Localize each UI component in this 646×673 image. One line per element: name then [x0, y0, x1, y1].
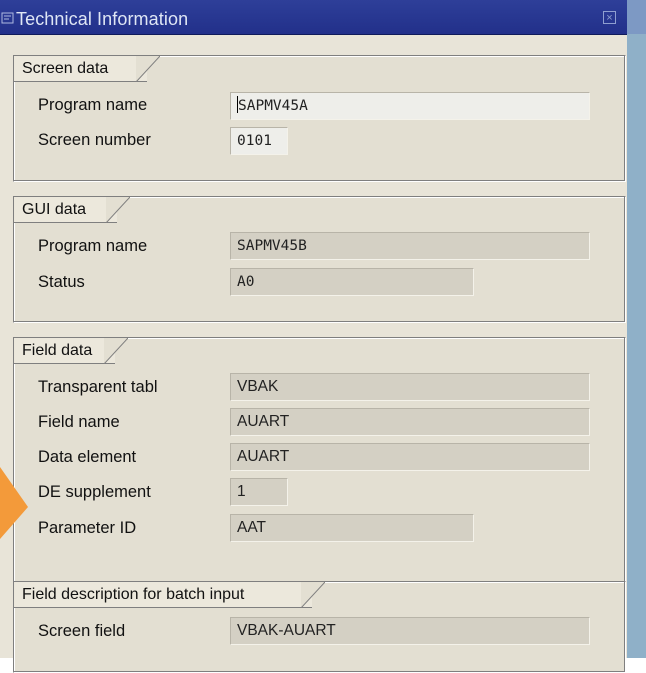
data-element-field[interactable]: AUART	[230, 443, 590, 471]
technical-information-window: Technical Information × Screen data Prog…	[0, 0, 646, 673]
field-name-label: Field name	[38, 413, 120, 431]
gui-program-name-value: SAPMV45B	[237, 238, 307, 254]
close-icon[interactable]: ×	[603, 11, 616, 24]
screen-number-label: Screen number	[38, 131, 151, 149]
field-name-value: AUART	[237, 413, 290, 430]
group-title-screen-data: Screen data	[14, 56, 160, 82]
tab-slant	[136, 56, 160, 82]
group-title-text: Field data	[22, 342, 93, 359]
transparent-table-label: Transparent tabl	[38, 378, 158, 396]
de-supplement-label: DE supplement	[38, 483, 151, 501]
transparent-table-field[interactable]: VBAK	[230, 373, 590, 401]
orange-arrow-icon	[0, 467, 28, 539]
data-element-label: Data element	[38, 448, 137, 466]
status-value: A0	[237, 274, 255, 290]
window-edge	[627, 34, 646, 658]
tab-slant	[104, 338, 128, 364]
parameter-id-field[interactable]: AAT	[230, 514, 474, 542]
group-title-batch-input: Field description for batch input	[14, 582, 325, 608]
group-title-text: GUI data	[22, 201, 87, 218]
data-element-value: AUART	[237, 448, 290, 465]
parameter-id-value: AAT	[237, 519, 266, 536]
field-name-field[interactable]: AUART	[230, 408, 590, 436]
screen-field-label: Screen field	[38, 622, 126, 640]
program-name-field[interactable]: SAPMV45A	[230, 92, 590, 120]
group-title-field-data: Field data	[14, 338, 128, 364]
parameter-id-label: Parameter ID	[38, 519, 137, 537]
group-title-gui-data: GUI data	[14, 197, 130, 223]
screen-number-value: 0101	[237, 133, 272, 149]
title-bar-edge	[627, 0, 646, 34]
program-name-value: SAPMV45A	[238, 98, 308, 114]
dialog-content: Screen data Program name SAPMV45A Screen…	[0, 35, 627, 673]
status-label: Status	[38, 273, 85, 291]
screen-number-field[interactable]: 0101	[230, 127, 288, 155]
status-field[interactable]: A0	[230, 268, 474, 296]
window-title: Technical Information	[16, 9, 189, 29]
gui-program-name-field[interactable]: SAPMV45B	[230, 232, 590, 260]
transparent-table-value: VBAK	[237, 378, 279, 395]
title-bar[interactable]: Technical Information ×	[0, 0, 627, 35]
screen-field-field[interactable]: VBAK-AUART	[230, 617, 590, 645]
de-supplement-field[interactable]: 1	[230, 478, 288, 506]
gui-program-name-label: Program name	[38, 237, 148, 255]
group-title-text: Screen data	[22, 60, 109, 77]
program-name-label: Program name	[38, 96, 148, 114]
window-menu-icon[interactable]	[1, 11, 15, 25]
group-title-text: Field description for batch input	[22, 586, 245, 603]
de-supplement-value: 1	[237, 483, 246, 500]
screen-field-value: VBAK-AUART	[237, 622, 336, 639]
tab-slant	[301, 582, 325, 608]
tab-slant	[106, 197, 130, 223]
